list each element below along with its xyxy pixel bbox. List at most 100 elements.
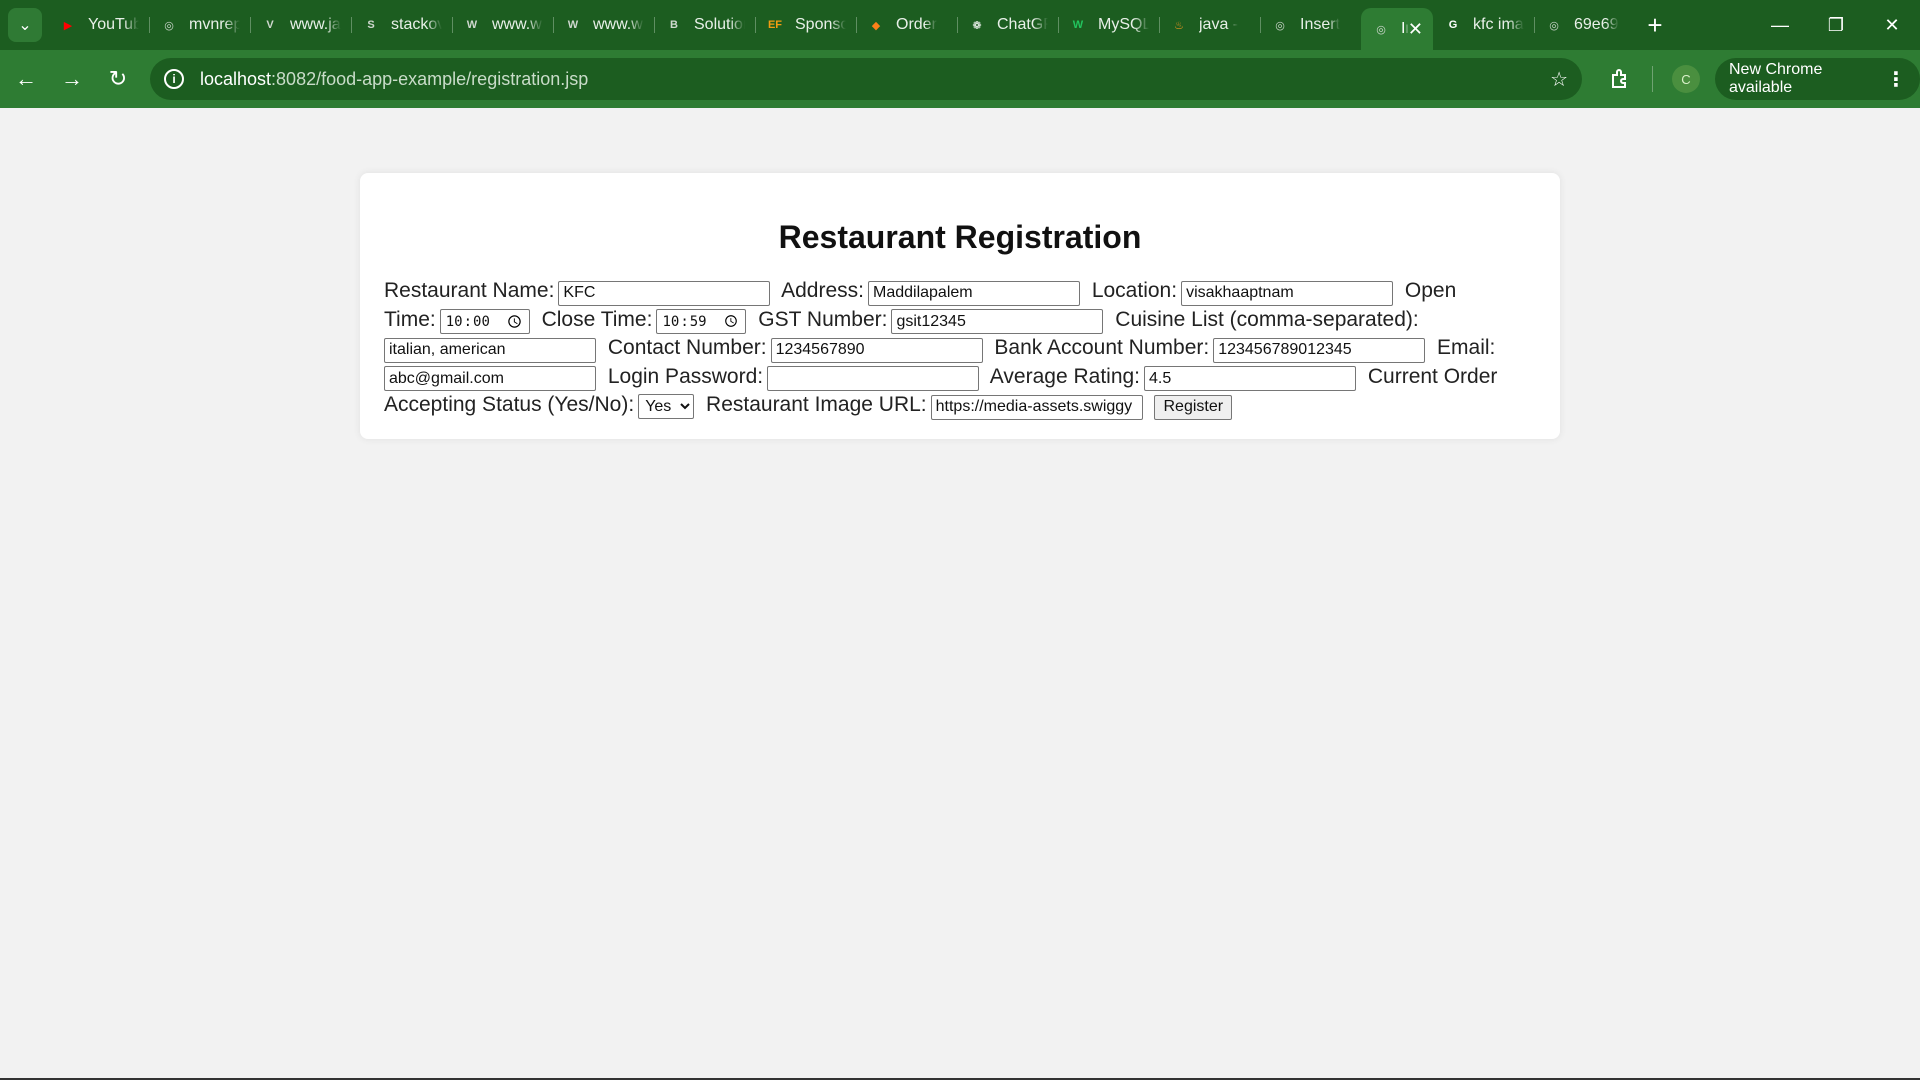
browser-tab[interactable]: Wwww.w3schools [553,7,654,43]
globe-icon: ◎ [1549,19,1559,32]
browser-tab[interactable]: Sstackoverflow [351,7,452,43]
browser-tab[interactable]: Wwww.w3schools [452,7,553,43]
plus-icon: + [1647,9,1663,40]
contact-number-input[interactable] [770,337,983,363]
tab-list: ▶YouTube◎mvnrepositoryVwww.javatpointSst… [48,0,1635,50]
browser-tab[interactable]: ◎ In✕ [1361,8,1433,50]
login-password-label: Login Password: [607,364,764,388]
close-time-input[interactable] [656,309,747,334]
tab-label: Order [896,16,937,33]
globe-icon: ◎ [1275,19,1285,32]
address-input[interactable] [867,280,1080,306]
w-icon: W [567,19,579,31]
reload-button[interactable]: ↻ [98,59,138,99]
back-button[interactable]: ← [6,59,46,99]
tab-label: In [1401,20,1408,37]
email-label: Email: [1437,336,1496,359]
browser-tab[interactable]: ◎ 69e69 [1534,7,1635,43]
url-path: :8082/food-app-example/registration.jsp [271,68,589,89]
close-time-label: Close Time: [541,307,653,331]
restore-button[interactable]: ❐ [1808,0,1864,50]
restaurant-name-input[interactable] [558,280,771,306]
tab-label: www.javatpoint [290,16,341,33]
browser-tab[interactable]: Vwww.javatpoint [250,7,351,43]
restaurant-name-label: Restaurant Name: [384,279,555,302]
profile-avatar[interactable]: C [1672,65,1700,93]
location-input[interactable] [1181,280,1394,306]
gst-number-input[interactable] [891,309,1104,334]
vuejs-icon: V [266,19,274,31]
registration-card: Restaurant Registration Restaurant Name:… [360,173,1560,439]
tab-search-button[interactable]: ⌄ [8,8,42,42]
reload-icon: ↻ [108,66,128,91]
register-button[interactable]: Register [1154,394,1233,420]
url-text[interactable]: localhost:8082/food-app-example/registra… [200,69,588,90]
new-chrome-available-button[interactable]: New Chrome available ⋮ [1715,58,1920,100]
browser-tab[interactable]: B Solution [654,7,755,43]
arrow-right-icon: → [61,66,83,91]
browser-tab[interactable]: ♨ java - [1159,7,1260,43]
site-info-icon[interactable]: i [164,69,184,89]
page-title: Restaurant Registration [778,219,1142,255]
more-menu-icon[interactable]: ⋮ [1886,67,1906,92]
browser-tab[interactable]: W MySQL [1058,7,1159,43]
youtube-icon: ▶ [63,19,73,32]
forward-button[interactable]: → [52,59,92,99]
globe-icon: ◎ [164,19,174,32]
browser-tab[interactable]: ◆ Order [856,7,957,43]
browser-tab[interactable]: ▶ YouTube [48,7,149,43]
close-tab-icon[interactable]: ✕ [1408,19,1423,40]
chatgpt-icon: ❁ [972,19,982,32]
browser-tab[interactable]: ❁ ChatGPT [957,7,1058,43]
order-status-select[interactable]: Yes [638,394,695,419]
tab-strip: ⌄ ▶YouTube◎mvnrepositoryVwww.javatpointS… [0,0,1920,50]
open-time-input[interactable] [439,309,530,334]
java-icon: ♨ [1174,19,1184,32]
new-tab-button[interactable]: + [1635,7,1675,43]
location-label: Location: [1091,279,1178,302]
globe-icon: ◎ [1376,23,1386,36]
browser-tab[interactable]: ◎ mvnrepository [149,7,250,43]
arrow-left-icon: ← [15,66,37,91]
browser-tab[interactable]: EF Sponsored [755,7,856,43]
chevron-down-icon: ⌄ [18,17,32,34]
address-label: Address: [781,279,864,302]
image-url-label: Restaurant Image URL: [706,393,927,416]
w-green-icon: W [1072,19,1084,31]
gst-number-label: GST Number: [758,307,888,331]
tab-label: Sponsored [795,16,846,33]
browser-tab[interactable]: Gkfc images [1433,7,1534,43]
stack-icon: S [367,19,375,31]
update-label: New Chrome available [1729,61,1823,96]
browser-tab[interactable]: ◎ Insert [1260,7,1361,43]
tab-label: www.w3schools [593,16,644,33]
average-rating-label: Average Rating: [989,364,1141,388]
bookmark-star-icon[interactable]: ☆ [1550,67,1568,92]
bank-account-input[interactable] [1213,337,1426,363]
login-password-input[interactable] [767,366,980,391]
minimize-button[interactable]: — [1752,0,1808,50]
tab-label: mvnrepository [189,16,240,33]
average-rating-input[interactable] [1144,366,1357,391]
registration-form: Restaurant Name: Address: Location: Open… [384,277,1514,420]
tab-label: stackoverflow [391,16,442,33]
bank-account-label: Bank Account Number: [994,336,1210,359]
b-icon: B [670,19,678,31]
swiggy-icon: ◆ [871,19,881,32]
tab-label: MySQL [1098,16,1149,33]
image-url-input[interactable] [930,394,1143,420]
address-bar[interactable]: i localhost:8082/food-app-example/regist… [150,58,1582,100]
close-window-button[interactable]: ✕ [1864,0,1920,50]
cuisine-list-input[interactable] [384,337,596,363]
tab-label: Solution [694,16,745,33]
tab-label: 69e69 [1574,16,1619,33]
tab-label: Insert [1300,16,1341,33]
extensions-icon[interactable] [1600,59,1640,99]
tab-label: kfc images [1473,16,1524,33]
cuisine-list-label: Cuisine List (comma-separated): [1115,307,1419,331]
window-controls: — ❐ ✕ [1752,0,1920,50]
google-icon: G [1448,19,1458,31]
email-input[interactable] [384,366,596,391]
w-icon: W [466,19,478,31]
tab-label: ChatGPT [997,16,1048,33]
